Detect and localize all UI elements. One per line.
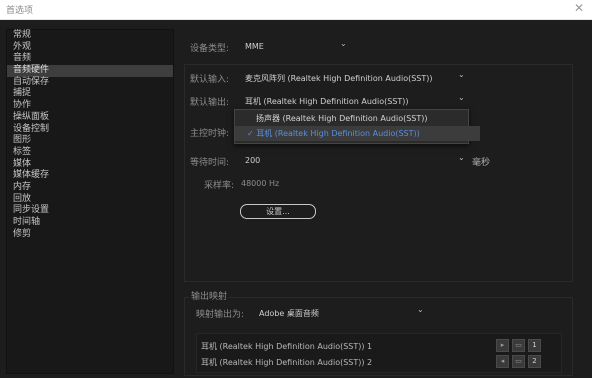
sidebar-item-trim[interactable]: 修剪 <box>7 229 173 241</box>
device-type-select[interactable]: MME <box>245 42 264 51</box>
chevron-down-icon[interactable]: ⌄ <box>417 305 424 314</box>
chevron-down-icon[interactable]: ⌄ <box>340 39 347 48</box>
speaker-icon[interactable]: ◂ <box>496 355 509 368</box>
sidebar-item-audio-hardware[interactable]: 音频硬件 <box>7 65 173 77</box>
sidebar-item-capture[interactable]: 捕捉 <box>7 88 173 100</box>
settings-button[interactable]: 设置... <box>240 204 316 219</box>
sidebar-item-device-control[interactable]: 设备控制 <box>7 124 173 136</box>
device-type-label: 设备类型: <box>190 44 230 54</box>
default-output-label: 默认输出: <box>190 98 230 108</box>
sample-rate-value: 48000 Hz <box>241 179 280 188</box>
map-output-select[interactable]: Adobe 桌面音频 <box>259 308 319 319</box>
close-icon[interactable]: ✕ <box>574 1 584 15</box>
menu-option-headphones[interactable]: ✓ 耳机 (Realtek High Definition Audio(SST)… <box>235 126 480 141</box>
sidebar-item-timeline[interactable]: 时间轴 <box>7 217 173 229</box>
chevron-down-icon[interactable]: ⌄ <box>458 93 465 102</box>
sidebar-item-memory[interactable]: 内存 <box>7 182 173 194</box>
output-dropdown-menu: 扬声器 (Realtek High Definition Audio(SST))… <box>234 109 480 144</box>
latency-unit: 毫秒 <box>472 158 491 168</box>
channel-number: 2 <box>528 355 541 368</box>
window-title: 首选项 <box>6 6 34 16</box>
speaker-icon[interactable]: ▭ <box>512 355 525 368</box>
sidebar-item-auto-save[interactable]: 自动保存 <box>7 77 173 89</box>
channel-number: 1 <box>528 339 541 352</box>
menu-option-speaker[interactable]: 扬声器 (Realtek High Definition Audio(SST)) <box>235 111 489 126</box>
chevron-down-icon[interactable]: ⌄ <box>458 70 465 79</box>
sidebar-item-sync-settings[interactable]: 同步设置 <box>7 205 173 217</box>
sidebar-item-labels[interactable]: 标签 <box>7 147 173 159</box>
sidebar-item-graphics[interactable]: 图形 <box>7 135 173 147</box>
sidebar-item-appearance[interactable]: 外观 <box>7 42 173 54</box>
map-output-label: 映射输出为: <box>196 310 245 320</box>
play-icon[interactable]: ▸ <box>496 339 509 352</box>
default-input-select[interactable]: 麦克风阵列 (Realtek High Definition Audio(SST… <box>245 73 433 84</box>
latency-select[interactable]: 200 <box>245 156 260 165</box>
sample-rate-label: 采样率: <box>204 181 235 191</box>
preferences-sidebar: 常规 外观 音频 音频硬件 自动保存 捕捉 协作 操纵面板 设备控制 图形 标签… <box>6 29 174 374</box>
latency-label: 等待时间: <box>190 158 230 168</box>
sidebar-item-general[interactable]: 常规 <box>7 30 173 42</box>
sidebar-item-collaboration[interactable]: 协作 <box>7 100 173 112</box>
default-input-label: 默认输入: <box>190 75 230 85</box>
channel-row: 耳机 (Realtek High Definition Audio(SST)) … <box>201 342 373 351</box>
sidebar-item-audio[interactable]: 音频 <box>7 53 173 65</box>
master-clock-label: 主控时钟: <box>190 129 230 139</box>
speaker-icon[interactable]: ▭ <box>512 339 525 352</box>
sidebar-item-control-surface[interactable]: 操纵面板 <box>7 112 173 124</box>
menu-option-headphones-label: 耳机 (Realtek High Definition Audio(SST)) <box>256 129 420 138</box>
chevron-down-icon[interactable]: ⌄ <box>458 153 465 162</box>
output-mapping-title: 输出映射 <box>189 289 230 302</box>
channel-row: 耳机 (Realtek High Definition Audio(SST)) … <box>201 358 373 367</box>
sidebar-item-playback[interactable]: 回放 <box>7 194 173 206</box>
sidebar-item-media-cache[interactable]: 媒体缓存 <box>7 170 173 182</box>
title-bar: 首选项 ✕ <box>0 0 592 20</box>
checkmark-icon: ✓ <box>247 129 254 138</box>
sidebar-item-media[interactable]: 媒体 <box>7 159 173 171</box>
default-output-select[interactable]: 耳机 (Realtek High Definition Audio(SST)) <box>245 96 409 107</box>
